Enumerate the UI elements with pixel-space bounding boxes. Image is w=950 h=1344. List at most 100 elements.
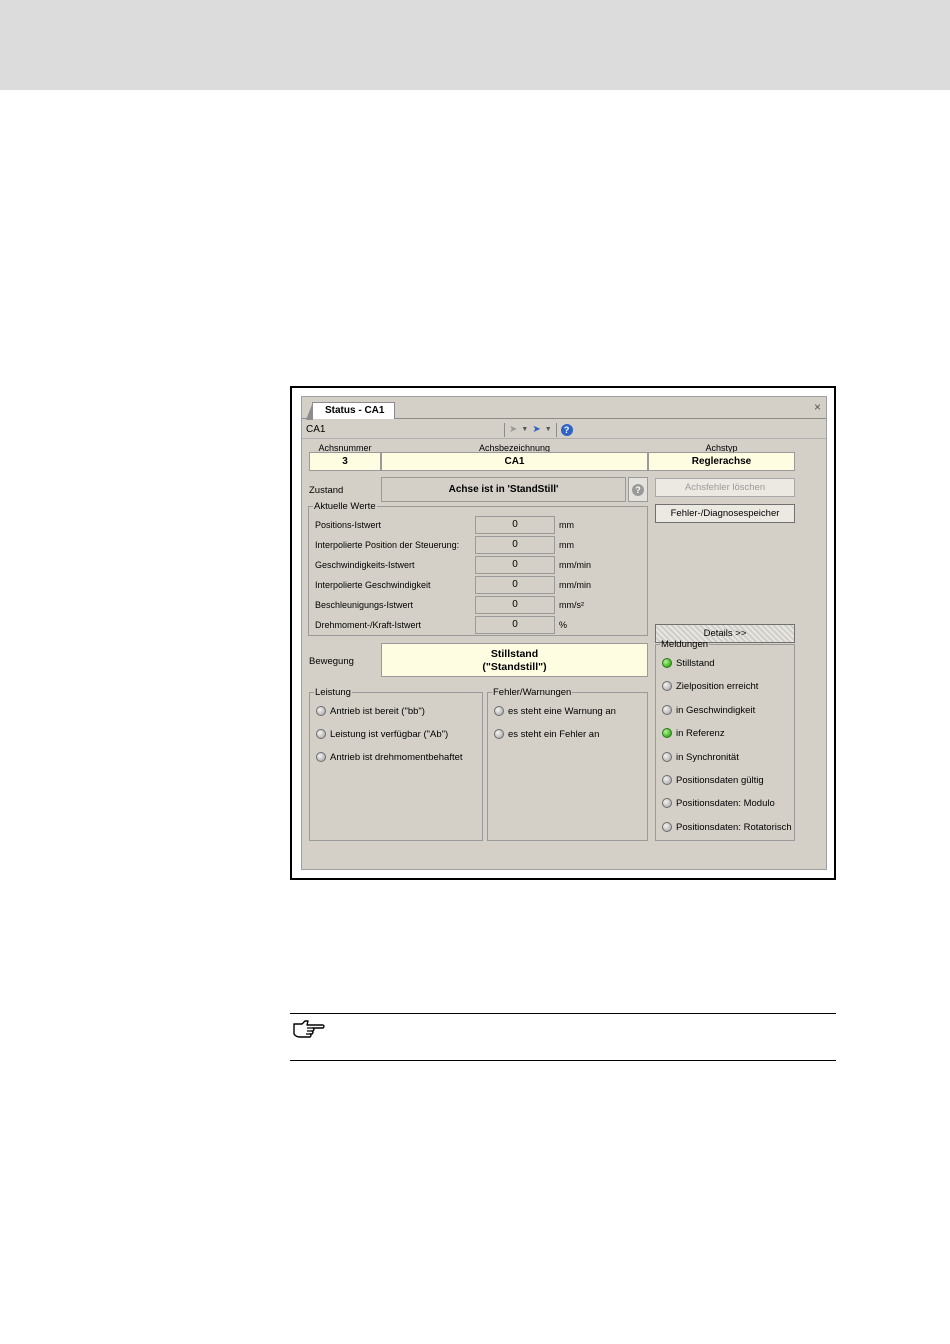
value-field: 0 — [475, 556, 555, 574]
status-led-icon — [662, 705, 672, 715]
page-header-band — [0, 0, 950, 90]
status-label: in Referenz — [676, 727, 725, 739]
status-led-icon — [662, 822, 672, 832]
toolbar-separator — [504, 422, 505, 437]
bewegung-label: Bewegung — [309, 656, 354, 667]
value-unit: mm/s² — [559, 600, 584, 610]
value-label: Positions-Istwert — [315, 520, 382, 530]
help-icon[interactable]: ? — [560, 423, 573, 436]
status-led-icon — [316, 729, 326, 739]
status-label: es steht eine Warnung an — [508, 705, 616, 717]
value-unit: mm — [559, 520, 574, 530]
axis-type-field: Reglerachse — [648, 452, 795, 471]
value-field: 0 — [475, 516, 555, 534]
nav-back-icon[interactable]: ➤ — [509, 424, 517, 435]
toolbar-icons: ➤ ▼ ➤ ▼ ? — [504, 422, 573, 437]
note-rule-top — [290, 1013, 836, 1014]
fehler-group: Fehler/Warnungen es steht eine Warnung a… — [487, 687, 648, 841]
chevron-down-icon[interactable]: ▼ — [521, 426, 528, 433]
value-unit: mm/min — [559, 580, 591, 590]
status-item: Antrieb ist bereit ("bb") — [316, 704, 425, 718]
value-label: Interpolierte Geschwindigkeit — [315, 580, 431, 590]
bewegung-line2: ("Standstill") — [482, 661, 547, 673]
close-icon[interactable]: × — [814, 400, 821, 414]
status-led-icon — [662, 681, 672, 691]
value-row: Beschleunigungs-Istwert 0 mm/s² — [315, 596, 645, 614]
value-unit: mm/min — [559, 560, 591, 570]
status-led-icon — [662, 775, 672, 785]
value-field: 0 — [475, 576, 555, 594]
status-window: Status - CA1 × CA1 ➤ ▼ ➤ ▼ ? Achsnummer … — [301, 396, 827, 870]
status-item: Antrieb ist drehmomentbehaftet — [316, 750, 463, 764]
status-led-icon — [494, 706, 504, 716]
status-label: Positionsdaten: Modulo — [676, 797, 775, 809]
status-label: Stillstand — [676, 657, 715, 669]
tab-strip: Status - CA1 × — [302, 397, 826, 420]
status-label: Antrieb ist drehmomentbehaftet — [330, 751, 463, 763]
toolbar-separator — [555, 422, 557, 437]
value-row: Geschwindigkeits-Istwert 0 mm/min — [315, 556, 645, 574]
current-values-legend: Aktuelle Werte — [314, 501, 376, 512]
value-row: Drehmoment-/Kraft-Istwert 0 % — [315, 616, 645, 634]
screenshot-frame: Status - CA1 × CA1 ➤ ▼ ➤ ▼ ? Achsnummer … — [290, 386, 836, 880]
toolbar: CA1 ➤ ▼ ➤ ▼ ? — [302, 420, 826, 439]
status-led-icon — [662, 658, 672, 668]
pointing-hand-icon — [293, 1020, 325, 1038]
status-led-icon — [662, 728, 672, 738]
status-led-icon — [494, 729, 504, 739]
status-led-icon — [316, 706, 326, 716]
status-item: Positionsdaten gültig — [662, 773, 764, 787]
bewegung-line1: Stillstand — [490, 648, 539, 660]
value-label: Drehmoment-/Kraft-Istwert — [315, 620, 422, 630]
status-led-icon — [316, 752, 326, 762]
status-label: Zielposition erreicht — [676, 680, 759, 692]
status-item: es steht ein Fehler an — [494, 727, 599, 741]
value-row: Interpolierte Geschwindigkeit 0 mm/min — [315, 576, 645, 594]
axis-name-field: CA1 — [381, 452, 648, 471]
value-row: Positions-Istwert 0 mm — [315, 516, 645, 534]
value-field: 0 — [475, 536, 555, 554]
status-item: in Referenz — [662, 726, 725, 740]
zustand-value: Achse ist in 'StandStill' — [381, 477, 626, 502]
fehler-legend: Fehler/Warnungen — [493, 687, 572, 698]
status-item: Positionsdaten: Modulo — [662, 796, 775, 810]
value-label: Geschwindigkeits-Istwert — [315, 560, 415, 570]
status-label: Antrieb ist bereit ("bb") — [330, 705, 425, 717]
axis-number-field: 3 — [309, 452, 381, 471]
clear-axis-error-button[interactable]: Achsfehler löschen — [655, 478, 795, 497]
value-row: Interpolierte Position der Steuerung: 0 … — [315, 536, 645, 554]
zustand-label: Zustand — [309, 485, 344, 496]
status-item: es steht eine Warnung an — [494, 704, 616, 718]
status-item: in Synchronität — [662, 750, 739, 764]
value-label: Interpolierte Position der Steuerung: — [315, 540, 460, 550]
status-label: in Geschwindigkeit — [676, 704, 756, 716]
status-item: in Geschwindigkeit — [662, 703, 755, 717]
status-item: Positionsdaten: Rotatorisch — [662, 820, 792, 834]
status-label: es steht ein Fehler an — [508, 728, 600, 740]
status-item: Zielposition erreicht — [662, 679, 758, 693]
toolbar-title: CA1 — [306, 424, 326, 435]
status-label: in Synchronität — [676, 751, 739, 763]
value-unit: mm — [559, 540, 574, 550]
leistung-group: Leistung Antrieb ist bereit ("bb") Leist… — [309, 687, 483, 841]
error-memory-button[interactable]: Fehler-/Diagnosespeicher — [655, 504, 795, 523]
meldungen-group: Meldungen Stillstand Zielposition erreic… — [655, 639, 795, 841]
nav-forward-icon[interactable]: ➤ — [532, 424, 540, 435]
tab-status-ca1[interactable]: Status - CA1 — [305, 402, 396, 420]
status-led-icon — [662, 752, 672, 762]
status-label: Positionsdaten gültig — [676, 774, 764, 786]
current-values-group: Aktuelle Werte Positions-Istwert 0 mm In… — [308, 501, 648, 636]
status-item: Stillstand — [662, 656, 715, 670]
bewegung-value: Stillstand ("Standstill") — [381, 643, 648, 677]
value-field: 0 — [475, 596, 555, 614]
meldungen-legend: Meldungen — [661, 639, 709, 650]
help-icon: ? — [632, 483, 644, 496]
status-item: Leistung ist verfügbar ("Ab") — [316, 727, 448, 741]
status-label: Positionsdaten: Rotatorisch — [676, 821, 792, 833]
value-field: 0 — [475, 616, 555, 634]
chevron-down-icon[interactable]: ▼ — [545, 426, 552, 433]
status-led-icon — [662, 798, 672, 808]
note-rule-bottom — [290, 1060, 836, 1061]
zustand-help-button[interactable]: ? — [628, 477, 648, 502]
status-label: Leistung ist verfügbar ("Ab") — [330, 728, 449, 740]
